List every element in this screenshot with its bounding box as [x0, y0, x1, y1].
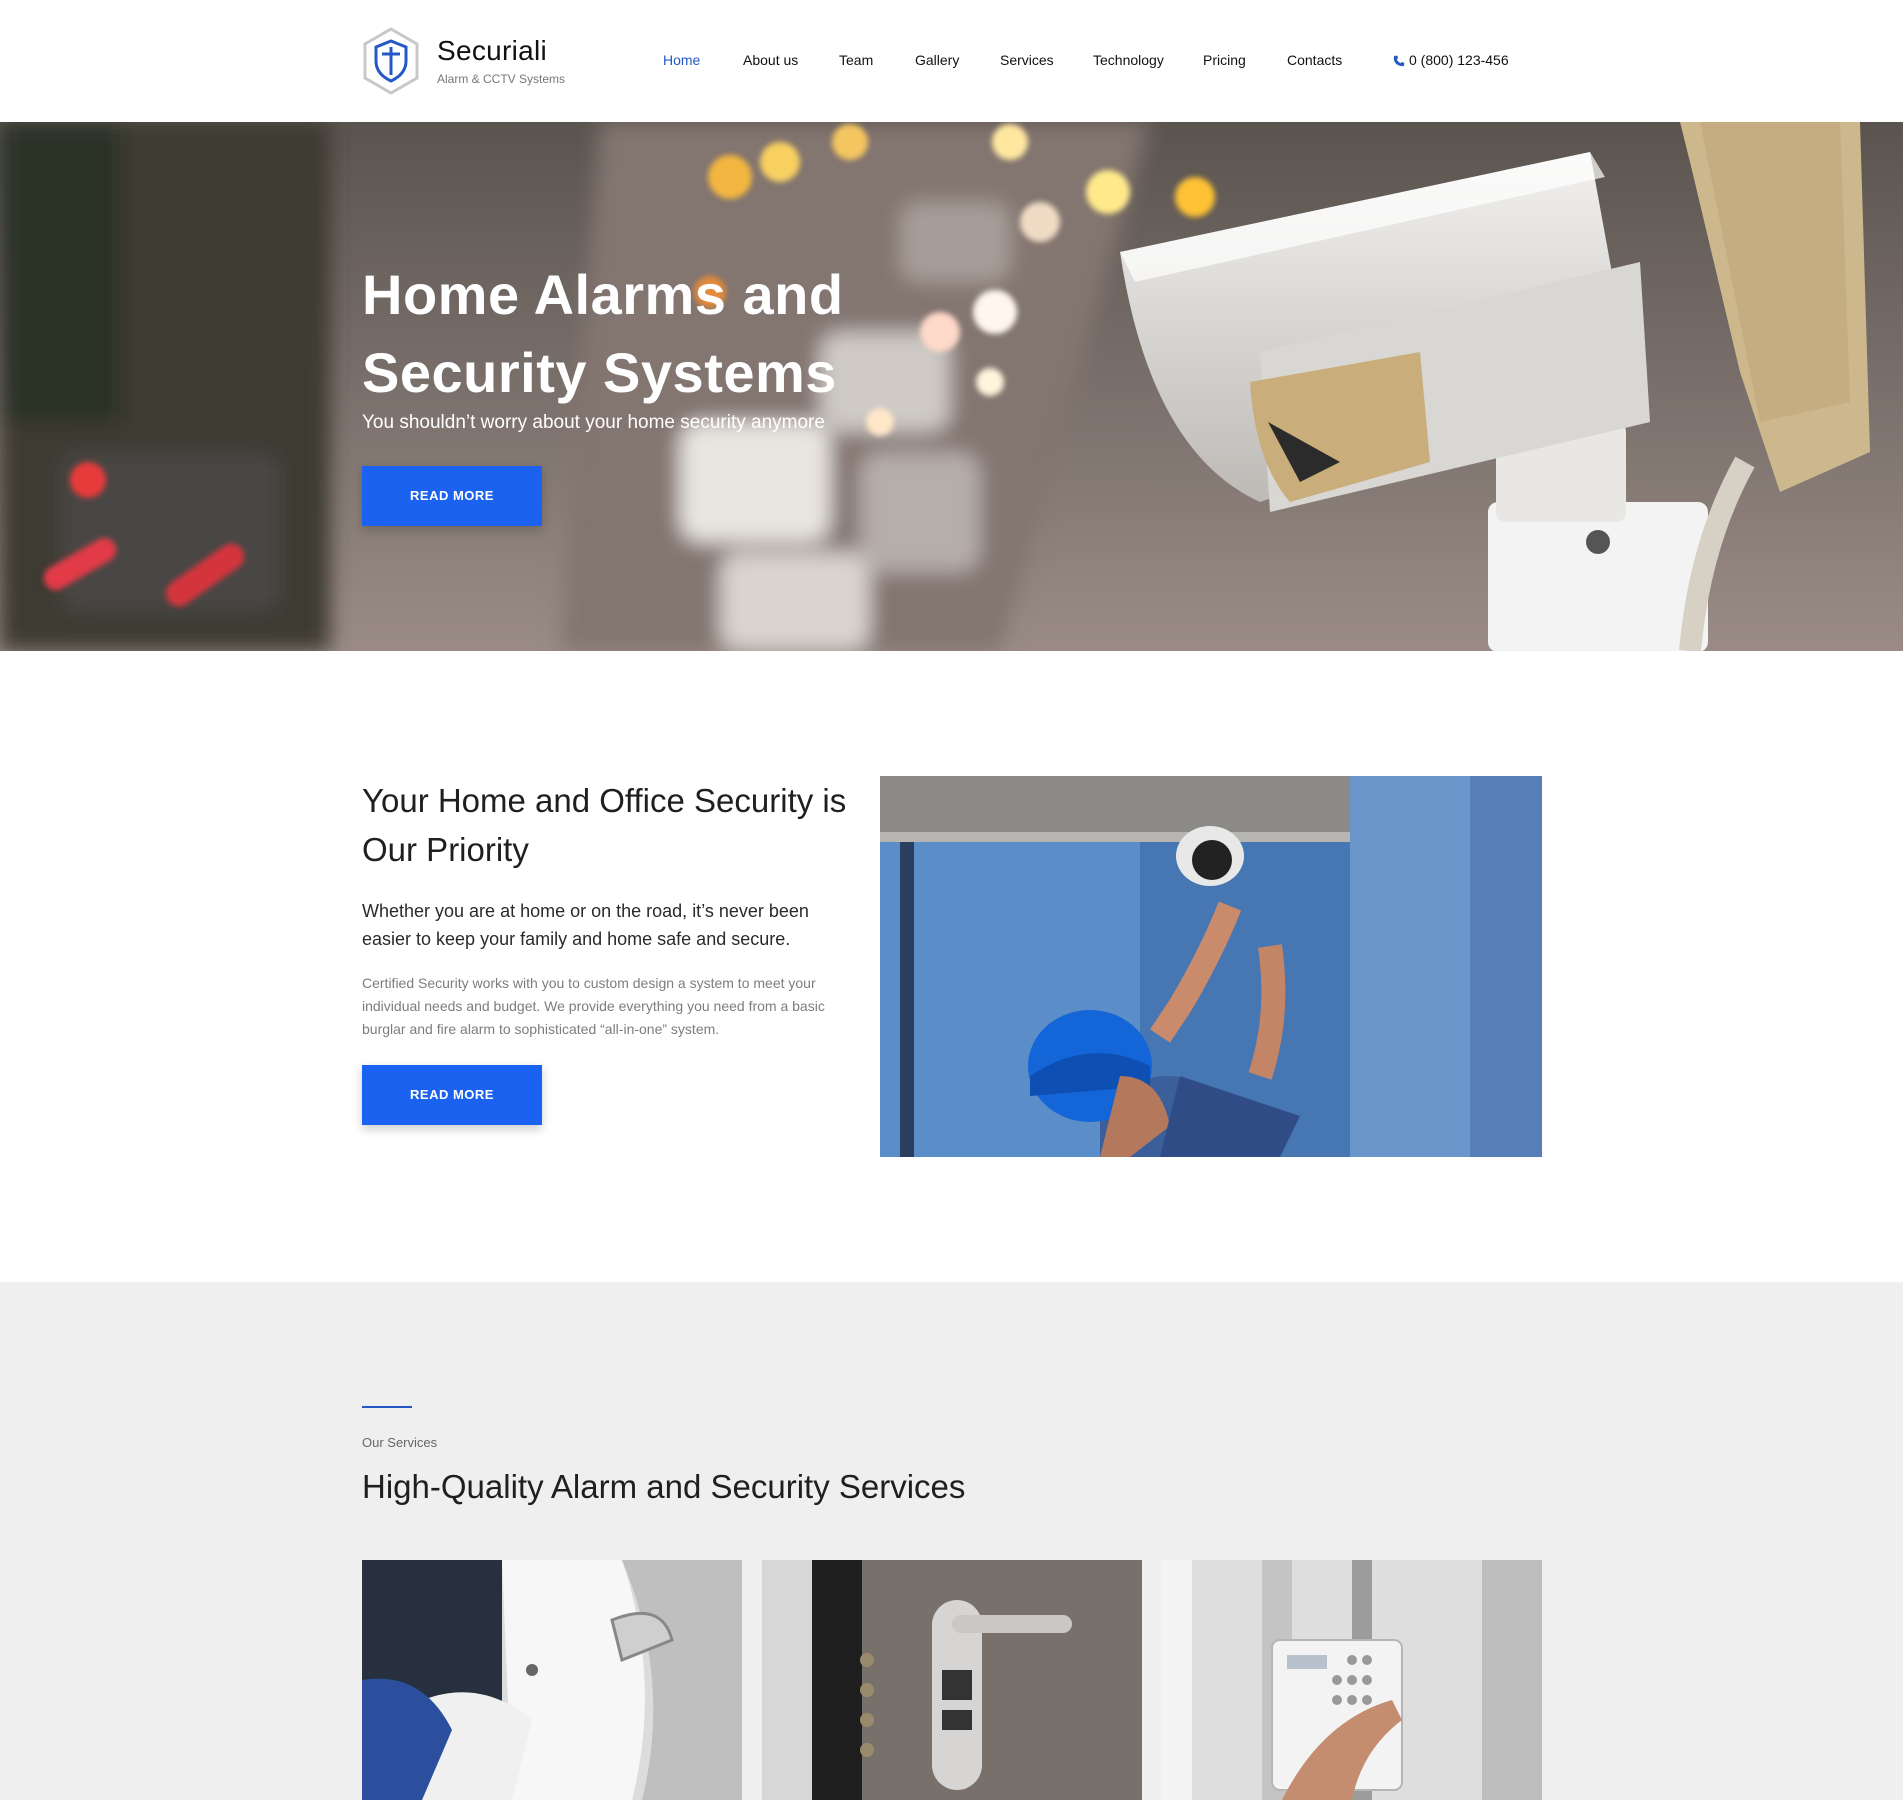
- hero-read-more-button[interactable]: READ MORE: [362, 466, 542, 526]
- about-body-text: Certified Security works with you to cus…: [362, 975, 825, 1037]
- nav-item-contacts[interactable]: Contacts: [1287, 52, 1342, 68]
- site-header: Securiali Alarm & CCTV Systems Home Abou…: [0, 0, 1903, 122]
- nav-item-home[interactable]: Home: [663, 52, 700, 68]
- about-read-more-button[interactable]: READ MORE: [362, 1065, 542, 1125]
- service-card-image-alarm-keypad[interactable]: [1162, 1560, 1542, 1800]
- services-title: High-Quality Alarm and Security Services: [362, 1468, 966, 1505]
- technician-installing-camera-image: [880, 776, 1542, 1157]
- phone-number: 0 (800) 123-456: [1409, 52, 1509, 68]
- service-card-image-car-door[interactable]: [362, 1560, 742, 1800]
- phone-icon: [1393, 55, 1405, 67]
- nav-item-services[interactable]: Services: [1000, 52, 1054, 68]
- services-section: Our Services High-Quality Alarm and Secu…: [0, 1282, 1903, 1800]
- main-nav: Home About us Team Gallery Services Tech…: [0, 52, 1903, 72]
- nav-item-team[interactable]: Team: [839, 52, 873, 68]
- hero-banner: Home Alarms and Security Systems You sho…: [0, 122, 1903, 651]
- nav-item-technology[interactable]: Technology: [1093, 52, 1164, 68]
- hero-subtitle: You shouldn’t worry about your home secu…: [362, 412, 825, 433]
- phone-link[interactable]: 0 (800) 123-456: [1393, 52, 1509, 68]
- about-lead-text: Whether you are at home or on the road, …: [362, 901, 809, 949]
- service-card-image-door-lock[interactable]: [762, 1560, 1142, 1800]
- services-eyebrow: Our Services: [362, 1435, 438, 1450]
- nav-item-pricing[interactable]: Pricing: [1203, 52, 1246, 68]
- nav-item-about-us[interactable]: About us: [743, 52, 798, 68]
- about-title: Your Home and Office Security is Our Pri…: [362, 782, 847, 868]
- hero-background-image: [0, 122, 1903, 651]
- brand-tagline: Alarm & CCTV Systems: [437, 72, 566, 86]
- nav-item-gallery[interactable]: Gallery: [915, 52, 959, 68]
- hero-title: Home Alarms and Security Systems: [362, 263, 844, 404]
- section-accent-line: [362, 1406, 412, 1408]
